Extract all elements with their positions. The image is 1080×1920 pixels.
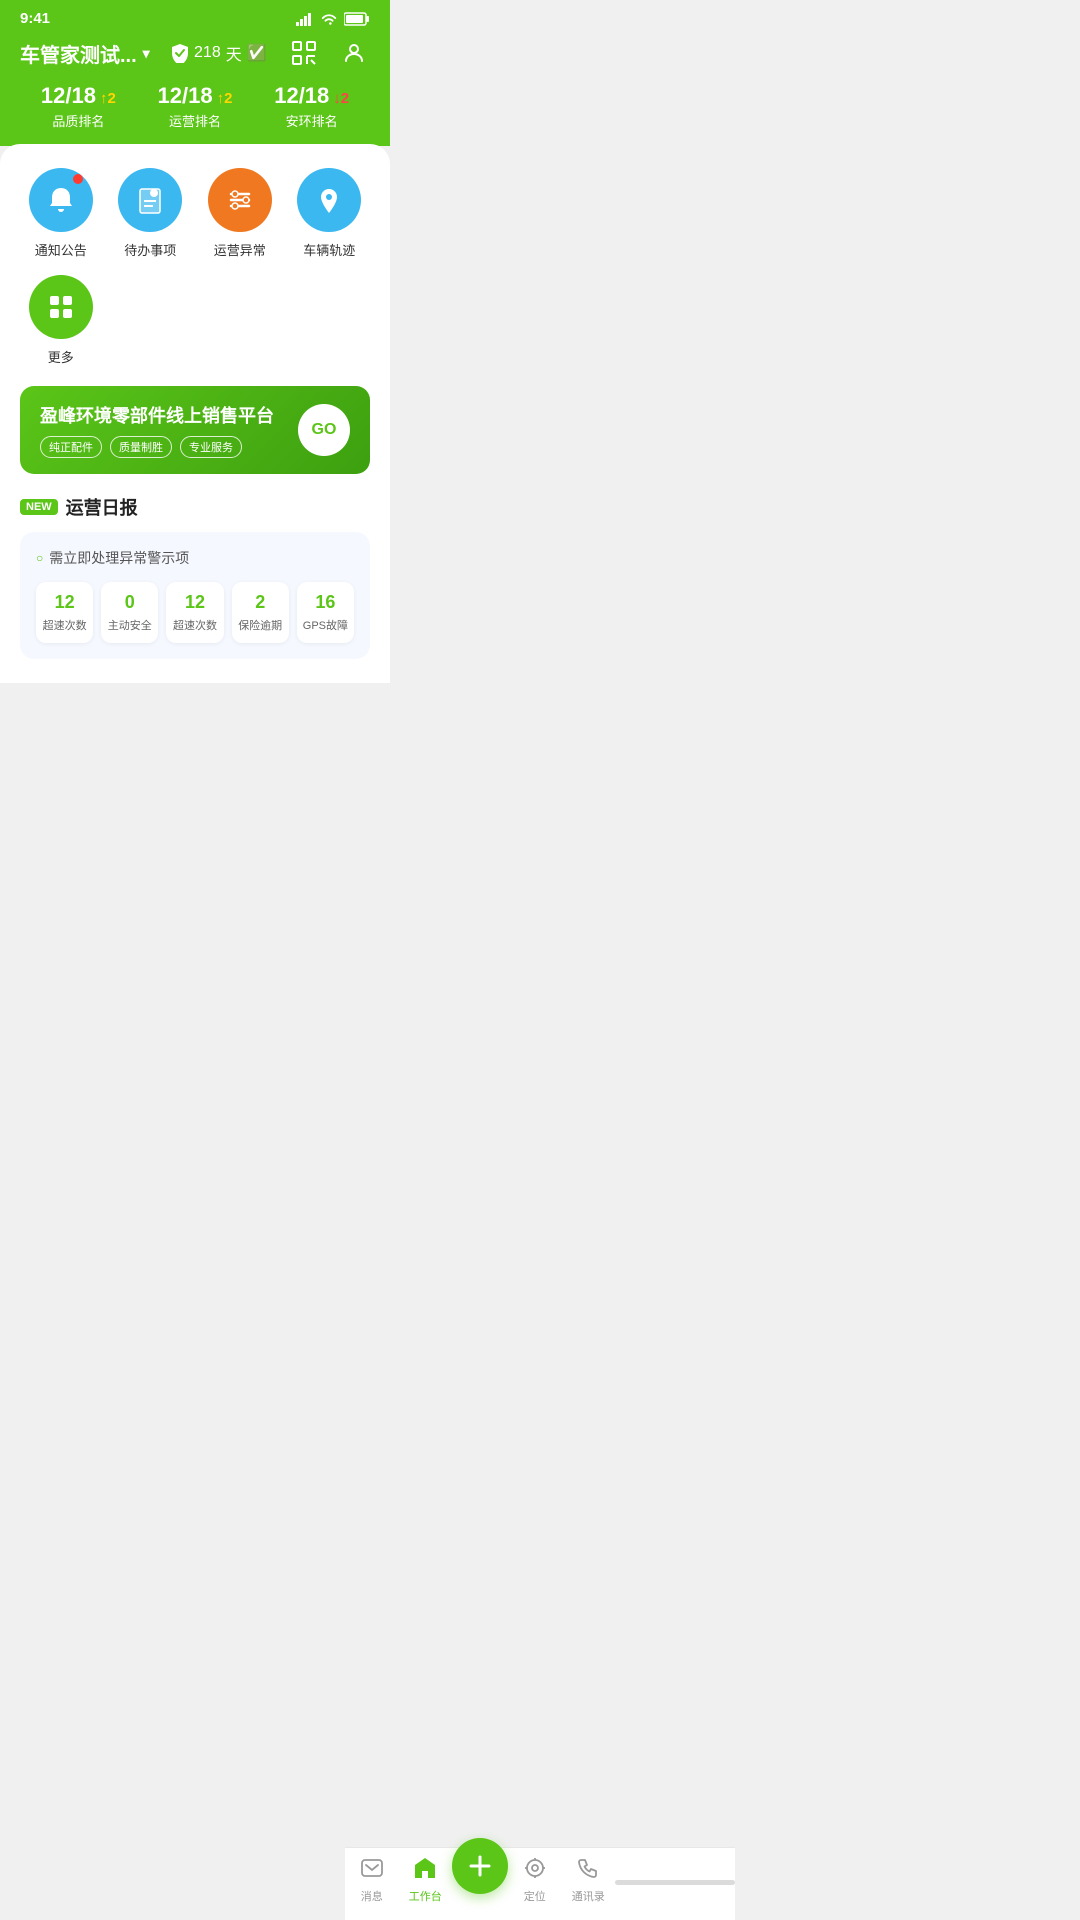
todo-label: 待办事项	[124, 240, 176, 259]
quality-date: 12/18	[41, 83, 96, 109]
bottom-navigation: 消息 工作台 定位	[345, 1847, 735, 1920]
report-subtitle: 需立即处理异常警示项	[36, 548, 354, 568]
nav-workbench-label: 工作台	[409, 1888, 442, 1904]
certified-icon: ✅	[247, 43, 267, 63]
stat-gps-label: GPS故障	[301, 617, 350, 633]
locate-icon	[523, 1856, 547, 1884]
stat-gps[interactable]: 16 GPS故障	[297, 582, 354, 643]
nav-locate[interactable]: 定位	[508, 1856, 562, 1904]
nav-contacts-label: 通讯录	[572, 1888, 605, 1904]
report-stats-grid: 12 超速次数 0 主动安全 12 超速次数 2 保险逾期 16 GPS故障	[36, 582, 354, 643]
banner-tag-1: 纯正配件	[40, 436, 102, 458]
rankings-section: 12/18 ↑2 品质排名 12/18 ↑2 运营排名 12/18 ↓2 安环排…	[20, 83, 370, 130]
signal-icon	[296, 12, 314, 26]
quick-actions-grid: 通知公告 待办事项	[20, 168, 370, 366]
days-unit: 天	[226, 41, 242, 65]
banner-title: 盈峰环境零部件线上销售平台	[40, 402, 274, 428]
operation-date: 12/18	[158, 83, 213, 109]
stat-speeding2-value: 12	[170, 592, 219, 613]
days-badge: 218 天 ✅	[171, 41, 267, 65]
header-action-icons	[288, 37, 370, 69]
more-icon-bg	[29, 275, 93, 339]
nav-contacts[interactable]: 通讯录	[562, 1856, 616, 1904]
main-card: 通知公告 待办事项	[0, 144, 390, 683]
track-label: 车辆轨迹	[303, 240, 355, 259]
notification-icon-bg	[29, 168, 93, 232]
stat-insurance[interactable]: 2 保险逾期	[232, 582, 289, 643]
stat-gps-value: 16	[301, 592, 350, 613]
operation-label: 运营排名	[137, 111, 254, 130]
nav-message[interactable]: 消息	[345, 1856, 399, 1904]
status-bar: 9:41	[0, 0, 390, 33]
banner-go-button[interactable]: GO	[298, 404, 350, 456]
banner-content: 盈峰环境零部件线上销售平台 纯正配件 质量制胜 专业服务	[40, 402, 274, 458]
daily-report-title-row: NEW 运营日报	[20, 494, 370, 520]
quality-change: ↑2	[100, 90, 116, 107]
stat-speeding-value: 12	[40, 592, 89, 613]
stat-speeding[interactable]: 12 超速次数	[36, 582, 93, 643]
daily-report-title: 运营日报	[66, 494, 138, 520]
quick-action-anomaly[interactable]: 运营异常	[199, 168, 281, 259]
promo-banner[interactable]: 盈峰环境零部件线上销售平台 纯正配件 质量制胜 专业服务 GO	[20, 386, 370, 474]
banner-tag-3: 专业服务	[180, 436, 242, 458]
anomaly-label: 运营异常	[214, 240, 266, 259]
quick-action-track[interactable]: 车辆轨迹	[289, 168, 371, 259]
daily-report-card: 需立即处理异常警示项 12 超速次数 0 主动安全 12 超速次数 2 保险逾期	[20, 532, 370, 659]
stat-active-safety-label: 主动安全	[105, 617, 154, 633]
banner-tag-2: 质量制胜	[110, 436, 172, 458]
status-time: 9:41	[20, 10, 50, 27]
dropdown-arrow: ▾	[143, 45, 150, 62]
app-title: 车管家测试...	[20, 39, 137, 68]
safety-label: 安环排名	[253, 111, 370, 130]
scan-button[interactable]	[288, 37, 320, 69]
shield-icon	[171, 43, 189, 63]
quality-label: 品质排名	[20, 111, 137, 130]
header-top: 车管家测试... ▾ 218 天 ✅	[20, 37, 370, 69]
notification-label: 通知公告	[35, 240, 87, 259]
battery-icon	[344, 12, 370, 26]
ranking-operation[interactable]: 12/18 ↑2 运营排名	[137, 83, 254, 130]
track-icon-bg	[297, 168, 361, 232]
stat-speeding2[interactable]: 12 超速次数	[166, 582, 223, 643]
ranking-safety[interactable]: 12/18 ↓2 安环排名	[253, 83, 370, 130]
header-title-section[interactable]: 车管家测试... ▾	[20, 39, 150, 68]
nav-locate-label: 定位	[524, 1888, 546, 1904]
home-indicator	[615, 1880, 735, 1885]
quick-action-more[interactable]: 更多	[20, 275, 102, 366]
contacts-icon	[576, 1856, 600, 1884]
ranking-quality[interactable]: 12/18 ↑2 品质排名	[20, 83, 137, 130]
anomaly-icon-bg	[208, 168, 272, 232]
stat-speeding-label: 超速次数	[40, 617, 89, 633]
stat-active-safety-value: 0	[105, 592, 154, 613]
operation-change: ↑2	[217, 90, 233, 107]
status-icons	[296, 12, 370, 26]
message-icon	[360, 1856, 384, 1884]
safety-date: 12/18	[274, 83, 329, 109]
nav-fab-button[interactable]	[452, 1838, 508, 1894]
nav-workbench[interactable]: 工作台	[399, 1856, 453, 1904]
safety-change: ↓2	[333, 90, 349, 107]
stat-active-safety[interactable]: 0 主动安全	[101, 582, 158, 643]
stat-speeding2-label: 超速次数	[170, 617, 219, 633]
days-count: 218	[194, 44, 221, 62]
quick-action-todo[interactable]: 待办事项	[110, 168, 192, 259]
app-header: 车管家测试... ▾ 218 天 ✅	[0, 33, 390, 146]
wifi-icon	[320, 12, 338, 26]
stat-insurance-value: 2	[236, 592, 285, 613]
more-label: 更多	[48, 347, 74, 366]
workbench-icon	[413, 1856, 437, 1884]
nav-message-label: 消息	[361, 1888, 383, 1904]
todo-icon-bg	[118, 168, 182, 232]
notification-dot	[73, 174, 83, 184]
quick-action-notification[interactable]: 通知公告	[20, 168, 102, 259]
stat-insurance-label: 保险逾期	[236, 617, 285, 633]
banner-tags: 纯正配件 质量制胜 专业服务	[40, 436, 274, 458]
new-badge: NEW	[20, 499, 58, 515]
profile-button[interactable]	[338, 37, 370, 69]
